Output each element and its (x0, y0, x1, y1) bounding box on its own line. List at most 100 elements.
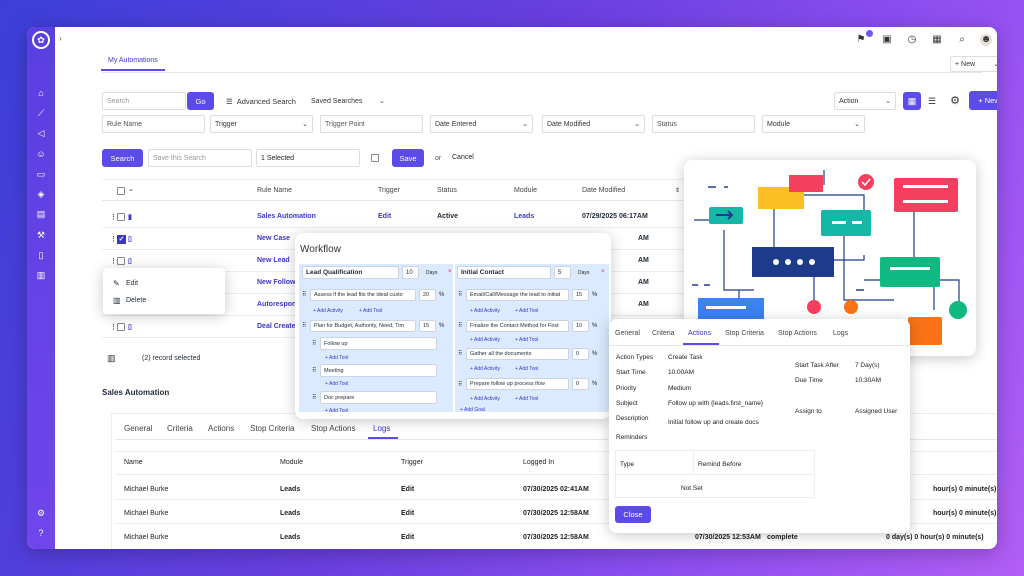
tab-stop-criteria[interactable]: Stop Criteria (250, 424, 294, 433)
status-filter[interactable]: Status (652, 115, 755, 133)
tab-criteria[interactable]: Criteria (652, 330, 675, 337)
chart-icon[interactable]: ⟋ (36, 108, 46, 118)
flag-icon[interactable]: ⚑ (855, 34, 867, 46)
tab-stop-actions[interactable]: Stop Actions (311, 424, 355, 433)
tool-input[interactable]: Follow up (320, 337, 437, 350)
tab-criteria[interactable]: Criteria (167, 424, 193, 433)
search-input[interactable]: Search (102, 92, 186, 110)
trigger-filter[interactable]: Trigger ⌄ (210, 115, 313, 133)
new-dropdown[interactable]: + New ⌄ (950, 56, 997, 72)
trash-icon: ▥ (113, 296, 121, 305)
drag-handle-icon[interactable]: ⠿ (458, 350, 462, 357)
wrench-icon[interactable]: ⚒ (36, 230, 46, 240)
col-trigger[interactable]: Trigger (378, 187, 400, 194)
search-icon[interactable]: ⌕ (956, 34, 968, 46)
log-name[interactable]: Michael Burke (124, 486, 168, 493)
tab-actions[interactable]: Actions (688, 330, 711, 337)
tab-stop-actions[interactable]: Stop Actions (778, 330, 817, 337)
stage-name-input[interactable]: Lead Qualification (302, 266, 399, 279)
sort-icon[interactable]: ⇕ (675, 187, 680, 194)
activity-input[interactable]: Finalize the Contact Method for First (466, 320, 569, 332)
delete-menu-item[interactable]: Delete (126, 297, 146, 304)
save-search-input[interactable]: Save this Search (148, 149, 252, 167)
avatar[interactable]: ☻ (980, 34, 992, 46)
date-modified-filter[interactable]: Date Modified ⌄ (542, 115, 645, 133)
user-plus-icon[interactable]: ☺ (36, 149, 46, 159)
search-button[interactable]: Search (102, 149, 143, 167)
col-rule-name[interactable]: Rule Name (257, 187, 292, 194)
selected-records-text: (2) record selected (142, 355, 201, 362)
settings-icon[interactable]: ⚙ (36, 508, 46, 518)
drag-handle-icon[interactable]: ⠿ (458, 322, 462, 329)
stage-name-input[interactable]: Initial Contact (457, 266, 551, 279)
drag-handle-icon[interactable]: ⠿ (458, 291, 462, 298)
drag-handle-icon[interactable]: ⠿ (458, 381, 462, 388)
new-button[interactable]: + New (969, 91, 997, 110)
activity-input[interactable]: Prepare follow up process flow (466, 378, 569, 390)
logo-icon[interactable]: ✿ (32, 31, 50, 49)
clock-icon[interactable]: ◷ (906, 34, 918, 46)
home-icon[interactable]: ⌂ (36, 88, 46, 98)
tab-actions[interactable]: Actions (208, 424, 234, 433)
cancel-link[interactable]: Cancel (452, 154, 474, 161)
tool-input[interactable]: Meeting (320, 364, 437, 377)
chevron-down-icon[interactable]: ⌄ (128, 185, 134, 193)
trigger-point-filter[interactable]: Trigger Point (320, 115, 423, 133)
tab-my-automations[interactable]: My Automations (108, 57, 158, 64)
activity-input[interactable]: Plan for Budget, Authority, Need, Tim (310, 320, 416, 332)
close-icon[interactable]: × (448, 269, 452, 275)
table-icon[interactable]: ▤ (36, 209, 46, 219)
table-row[interactable]: ⋮ ▮ Sales Automation Edit Active Leads 07… (102, 206, 684, 228)
rule-name-filter[interactable]: Rule Name (102, 115, 205, 133)
saved-searches-dropdown[interactable]: Saved Searches ⌄ (307, 92, 389, 110)
handshake-icon[interactable]: ◈ (36, 189, 46, 199)
trash-icon[interactable]: ▥ (36, 270, 46, 280)
megaphone-icon[interactable]: ◁ (36, 128, 46, 138)
close-button[interactable]: Close (615, 506, 651, 523)
select-checkbox[interactable] (371, 154, 379, 162)
go-button[interactable]: Go (187, 92, 214, 110)
tab-logs[interactable]: Logs (833, 330, 848, 337)
col-status[interactable]: Status (437, 187, 457, 194)
advanced-search-button[interactable]: ☰ Advanced Search (221, 92, 301, 110)
stage-days-input[interactable]: 10 (402, 266, 419, 279)
tab-general[interactable]: General (615, 330, 640, 337)
clipboard-check-icon[interactable]: ▣ (881, 34, 893, 46)
col-module[interactable]: Module (514, 187, 537, 194)
drag-handle-icon[interactable]: ⠿ (312, 340, 316, 347)
sliders-icon: ☰ (226, 96, 233, 106)
log-name[interactable]: Michael Burke (124, 510, 168, 517)
date-entered-filter[interactable]: Date Entered ⌄ (430, 115, 533, 133)
trash-icon[interactable]: ▥ (107, 353, 116, 364)
save-button[interactable]: Save (392, 149, 424, 167)
drag-handle-icon[interactable]: ⠿ (312, 394, 316, 401)
action-dropdown[interactable]: Action ⌄ (834, 92, 896, 110)
or-text: or (435, 155, 442, 162)
message-icon[interactable]: ▭ (36, 169, 46, 179)
list-view-icon[interactable]: ☰ (923, 92, 941, 110)
bookmark-icon: ▯ (128, 324, 132, 331)
tab-general[interactable]: General (124, 424, 152, 433)
module-filter[interactable]: Module ⌄ (762, 115, 865, 133)
tab-logs[interactable]: Logs (373, 424, 390, 433)
select-all-checkbox[interactable] (117, 187, 125, 195)
drag-handle-icon[interactable]: ⠿ (302, 322, 306, 329)
activity-input[interactable]: Assess if the lead fits the ideal custo (310, 289, 416, 301)
stage-days-input[interactable]: 5 (554, 266, 571, 279)
tab-stop-criteria[interactable]: Stop Criteria (725, 330, 764, 337)
collapse-icon[interactable]: › (59, 34, 62, 43)
activity-input[interactable]: Gather all the documents (466, 348, 569, 360)
col-date-modified[interactable]: Date Modified (582, 187, 625, 194)
drag-handle-icon[interactable]: ⠿ (312, 367, 316, 374)
grid-view-icon[interactable]: ▦ (903, 92, 921, 110)
help-icon[interactable]: ? (36, 528, 46, 538)
calendar-icon[interactable]: ▦ (931, 34, 943, 46)
activity-input[interactable]: Email/Call/Message the lead to initiat (466, 289, 569, 301)
clipboard-icon[interactable]: ▯ (36, 250, 46, 260)
close-icon[interactable]: × (601, 269, 605, 275)
gear-icon[interactable]: ⚙ (947, 92, 963, 110)
edit-menu-item[interactable]: Edit (126, 280, 138, 287)
log-name[interactable]: Michael Burke (124, 534, 168, 541)
drag-handle-icon[interactable]: ⠿ (302, 291, 306, 298)
tool-input[interactable]: Doc prepare (320, 391, 437, 404)
